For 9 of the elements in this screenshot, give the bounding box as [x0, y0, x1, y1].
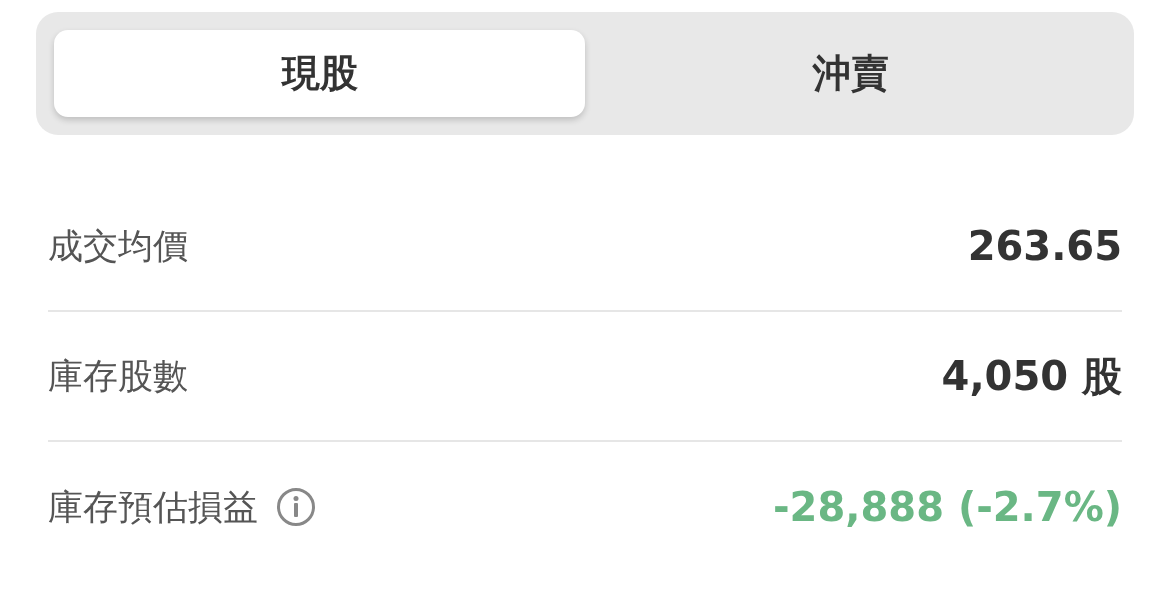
tab[interactable]: 現股 [54, 30, 585, 117]
row-label: 庫存股數 [48, 354, 188, 398]
row-label: 成交均價 [48, 224, 188, 268]
row-label: 庫存預估損益 [48, 485, 258, 529]
row-value: 4,050 股 [941, 351, 1122, 401]
row-value: 263.65 [967, 223, 1122, 269]
tab[interactable]: 沖賣 [585, 30, 1116, 117]
row-value: -28,888 (-2.7%) [773, 484, 1122, 530]
info-icon[interactable] [276, 487, 316, 527]
